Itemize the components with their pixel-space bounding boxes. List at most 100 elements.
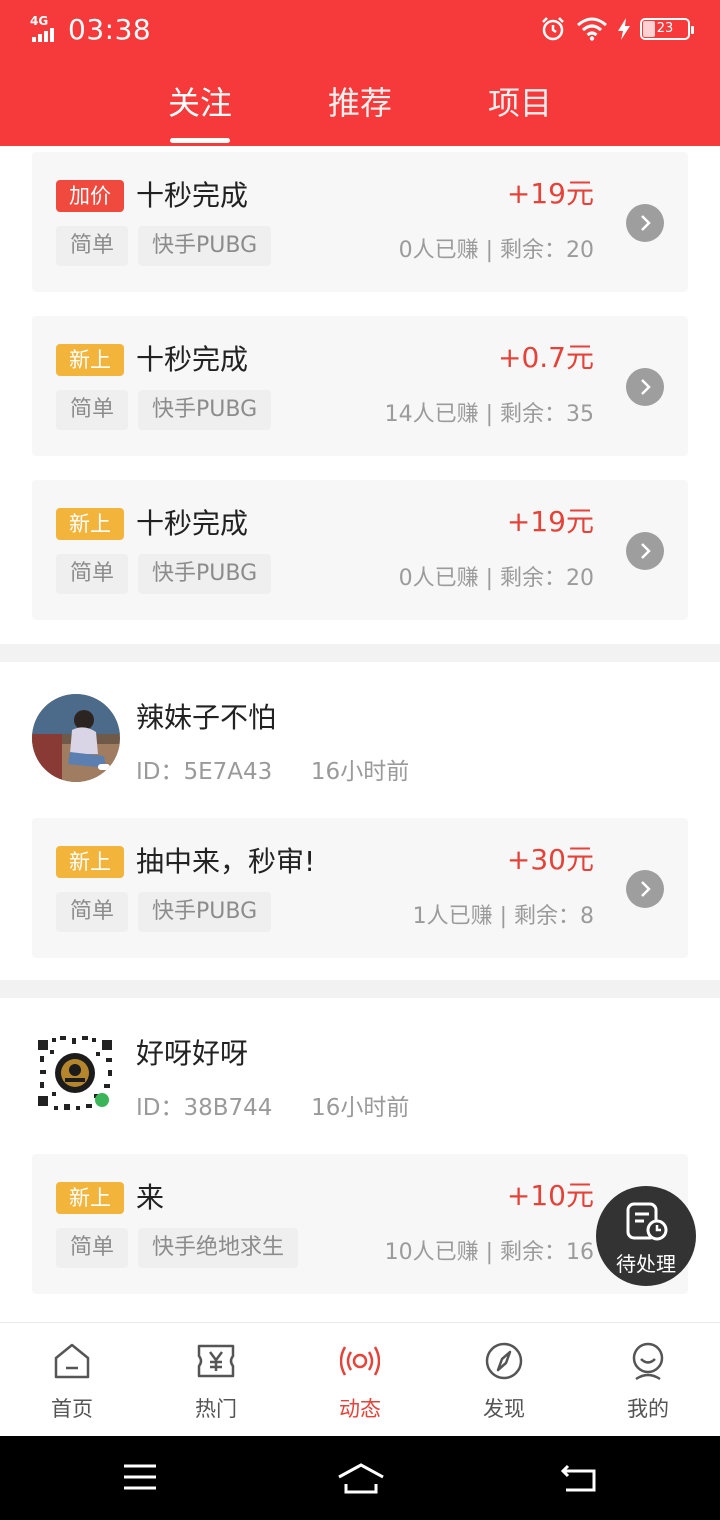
remaining-count: 剩余：35 — [500, 402, 594, 427]
task-price: +19元 — [506, 505, 594, 538]
status-right: 23 — [540, 14, 694, 44]
task-title: 抽中来，秒审! — [136, 845, 316, 878]
task-price: +0.7元 — [498, 341, 594, 374]
bottom-nav: 首页 热门 动态 发现 我的 — [0, 1322, 720, 1436]
wifi-icon — [577, 17, 607, 41]
nav-label: 发现 — [483, 1397, 525, 1421]
signal-icon — [32, 28, 62, 42]
yen-ticket-icon — [197, 1344, 235, 1378]
tab-projects[interactable]: 项目 — [488, 78, 552, 124]
charging-icon — [618, 18, 630, 40]
alarm-icon — [542, 17, 564, 41]
meta-separator: | — [499, 904, 507, 929]
meta-separator: | — [485, 238, 493, 263]
user-id: ID：38B744 — [136, 1095, 273, 1121]
profile-icon — [632, 1342, 664, 1381]
task-meta: 10人已赚 | 剩余：16 — [385, 1234, 594, 1266]
task-meta: 0人已赚 | 剩余：20 — [399, 232, 594, 264]
earned-count: 14人已赚 — [384, 402, 479, 427]
task-card[interactable]: 新上 抽中来，秒审! 简单 快手PUBG +30元 1人已赚 | 剩余：8 — [32, 818, 688, 958]
chevron-right-icon[interactable] — [626, 368, 664, 406]
task-tag: 简单 — [56, 1228, 129, 1268]
task-tag: 简单 — [56, 226, 129, 266]
nav-label: 热门 — [195, 1397, 237, 1421]
broadcast-icon — [340, 1346, 380, 1376]
nav-feed[interactable]: 动态 — [288, 1323, 432, 1437]
remaining-count: 剩余：8 — [514, 904, 594, 929]
task-card[interactable]: 新上 十秒完成 简单 快手PUBG +0.7元 14人已赚 | 剩余：35 — [32, 316, 688, 456]
task-badge: 新上 — [56, 1182, 124, 1214]
task-card[interactable]: 新上 来 简单 快手绝地求生 +10元 10人已赚 | 剩余：16 — [32, 1154, 688, 1294]
task-card[interactable]: 加价 十秒完成 简单 快手PUBG +19元 0人已赚 | 剩余：20 — [32, 152, 688, 292]
post-user-row[interactable]: 辣妹子不怕 ID：5E7A43 16小时前 — [0, 662, 720, 802]
avatar[interactable] — [32, 694, 120, 782]
earned-count: 1人已赚 — [412, 904, 493, 929]
home-system-icon[interactable] — [336, 1462, 386, 1496]
pending-label: 待处理 — [616, 1252, 676, 1276]
nav-home[interactable]: 首页 — [0, 1323, 144, 1437]
nav-hot[interactable]: 热门 — [144, 1323, 288, 1437]
user-id-time: ID：38B744 16小时前 — [136, 1088, 409, 1122]
nav-label: 首页 — [51, 1397, 93, 1421]
nav-label: 我的 — [627, 1397, 669, 1421]
avatar[interactable] — [32, 1030, 120, 1118]
tab-recommend[interactable]: 推荐 — [328, 78, 392, 124]
task-badge: 新上 — [56, 846, 124, 878]
task-title: 来 — [136, 1181, 165, 1214]
task-tag: 快手PUBG — [138, 554, 272, 594]
task-tag: 简单 — [56, 390, 129, 430]
compass-icon — [485, 1342, 523, 1380]
home-icon — [54, 1343, 90, 1379]
menu-icon[interactable] — [122, 1462, 158, 1492]
task-badge: 新上 — [56, 508, 124, 540]
task-tag: 快手PUBG — [138, 226, 272, 266]
task-meta: 1人已赚 | 剩余：8 — [413, 898, 594, 930]
battery-indicator: 23 — [640, 18, 694, 40]
task-price: +10元 — [506, 1179, 594, 1212]
task-tag: 简单 — [56, 554, 129, 594]
task-price: +19元 — [506, 177, 594, 210]
user-id: ID：5E7A43 — [136, 759, 273, 785]
task-title: 十秒完成 — [136, 343, 249, 376]
task-tag: 快手绝地求生 — [138, 1228, 299, 1268]
remaining-count: 剩余：20 — [500, 566, 594, 591]
chevron-right-icon[interactable] — [626, 204, 664, 242]
user-name: 好呀好呀 — [136, 1037, 249, 1070]
feed[interactable]: 加价 十秒完成 简单 快手PUBG +19元 0人已赚 | 剩余：20 新上 十… — [0, 146, 720, 1322]
section-divider — [0, 644, 720, 662]
task-title: 十秒完成 — [136, 179, 249, 212]
feed-post: 辣妹子不怕 ID：5E7A43 16小时前 新上 抽中来，秒审! 简单 快手PU… — [0, 662, 720, 980]
back-icon[interactable] — [560, 1462, 598, 1494]
task-badge: 新上 — [56, 344, 124, 376]
meta-separator: | — [485, 566, 493, 591]
post-time: 16小时前 — [311, 1095, 410, 1121]
post-time: 16小时前 — [310, 759, 410, 785]
status-bar: 4G 03:38 23 — [0, 0, 720, 60]
task-tag: 快手PUBG — [138, 892, 272, 932]
remaining-count: 剩余：16 — [500, 1240, 594, 1265]
chevron-right-icon[interactable] — [626, 870, 664, 908]
nav-discover[interactable]: 发现 — [432, 1323, 576, 1437]
meta-separator: | — [485, 402, 493, 427]
task-price: +30元 — [506, 843, 594, 876]
task-title: 十秒完成 — [136, 507, 249, 540]
feed-section-1: 加价 十秒完成 简单 快手PUBG +19元 0人已赚 | 剩余：20 新上 十… — [0, 146, 720, 644]
task-badge: 加价 — [56, 180, 124, 212]
network-type: 4G — [30, 14, 49, 28]
post-user-row[interactable]: 好呀好呀 ID：38B744 16小时前 — [0, 998, 720, 1138]
active-tab-indicator — [170, 138, 230, 143]
pending-button[interactable]: 待处理 — [596, 1186, 696, 1286]
task-card[interactable]: 新上 十秒完成 简单 快手PUBG +19元 0人已赚 | 剩余：20 — [32, 480, 688, 620]
user-id-time: ID：5E7A43 16小时前 — [136, 752, 409, 786]
pending-clipboard-icon — [626, 1202, 668, 1241]
task-meta: 14人已赚 | 剩余：35 — [385, 396, 594, 428]
meta-separator: | — [485, 1240, 493, 1265]
tab-follow[interactable]: 关注 — [168, 78, 232, 124]
task-tag: 快手PUBG — [138, 390, 272, 430]
chevron-right-icon[interactable] — [626, 532, 664, 570]
user-name: 辣妹子不怕 — [136, 701, 277, 734]
remaining-count: 剩余：20 — [500, 238, 594, 263]
earned-count: 0人已赚 — [398, 566, 479, 591]
section-divider — [0, 980, 720, 998]
nav-profile[interactable]: 我的 — [576, 1323, 720, 1437]
